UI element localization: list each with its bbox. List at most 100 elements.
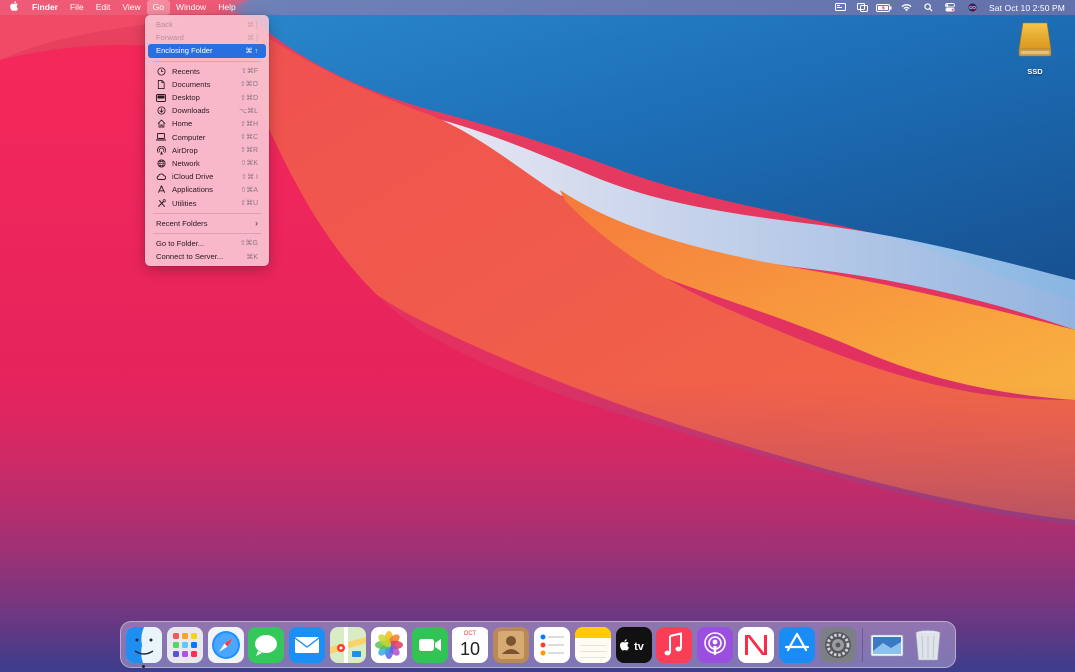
dock-app-messages[interactable] xyxy=(248,626,285,663)
menu-item-shortcut: ⇧⌘F xyxy=(240,68,258,76)
dock-app-calendar[interactable]: OCT 10 xyxy=(452,626,489,663)
wifi-icon[interactable] xyxy=(895,0,917,15)
notes-icon xyxy=(574,626,611,663)
applications-icon xyxy=(156,185,166,195)
cloud-icon xyxy=(156,172,166,182)
menu-item-shortcut: ⇧⌘ I xyxy=(241,173,258,181)
airdrop-icon xyxy=(156,145,166,155)
menu-separator xyxy=(153,212,261,214)
drive-label: SSD xyxy=(1027,67,1043,76)
menu-item-label: AirDrop xyxy=(172,145,198,155)
menu-help[interactable]: Help xyxy=(212,0,241,15)
dock-app-contacts[interactable] xyxy=(493,626,530,663)
screen-mirroring-icon[interactable] xyxy=(829,0,851,15)
menu-item-shortcut: ⌘ ↑ xyxy=(245,47,258,55)
menu-item-enclosing-folder[interactable]: Enclosing Folder ⌘ ↑ xyxy=(148,44,266,58)
siri-icon[interactable] xyxy=(961,0,983,15)
menu-go[interactable]: Go xyxy=(146,0,170,15)
desktop-icon xyxy=(156,93,166,103)
menu-item-recents[interactable]: Recents ⇧⌘F xyxy=(148,65,266,78)
dock-app-mail[interactable] xyxy=(289,626,326,663)
dock-app-podcasts[interactable] xyxy=(697,626,734,663)
finder-icon xyxy=(126,626,162,663)
menu-item-shortcut: ⇧⌘K xyxy=(240,160,258,168)
menu-item-icloud-drive[interactable]: iCloud Drive ⇧⌘ I xyxy=(148,170,266,183)
dock-app-music[interactable] xyxy=(656,626,693,663)
dock-app-maps[interactable] xyxy=(329,626,366,663)
dock-app-news[interactable] xyxy=(737,626,774,663)
menu-item-shortcut: ⇧⌘R xyxy=(240,147,258,155)
safari-icon xyxy=(207,626,244,663)
menu-window[interactable]: Window xyxy=(170,0,212,15)
dock-trash[interactable] xyxy=(910,627,946,663)
chevron-right-icon: › xyxy=(255,218,258,229)
menu-item-connect-to-server[interactable]: Connect to Server... ⌘K xyxy=(148,250,266,263)
menu-item-shortcut: ⌘ [ xyxy=(247,21,258,29)
menu-item-downloads[interactable]: Downloads ⌥⌘L xyxy=(148,104,266,117)
menu-item-label: Documents xyxy=(172,79,211,89)
dock-app-photos[interactable] xyxy=(370,626,407,663)
house-icon xyxy=(156,119,166,129)
dock-app-apple-tv[interactable]: tv xyxy=(615,626,652,663)
menu-item-applications[interactable]: Applications ⇧⌘A xyxy=(148,183,266,196)
dock-app-system-preferences[interactable] xyxy=(819,626,856,663)
menu-item-label: Forward xyxy=(156,33,184,43)
mail-icon xyxy=(289,626,326,663)
dock-app-notes[interactable] xyxy=(574,626,611,663)
search-icon[interactable] xyxy=(917,0,939,15)
menu-item-shortcut: ⇧⌘H xyxy=(240,120,258,128)
menu-item-utilities[interactable]: Utilities ⇧⌘U xyxy=(148,196,266,209)
menu-item-go-to-folder[interactable]: Go to Folder... ⇧⌘G xyxy=(148,237,266,250)
menu-item-label: Recents xyxy=(172,66,200,76)
menu-item-label: Go to Folder... xyxy=(156,238,205,248)
menu-app-finder[interactable]: Finder xyxy=(28,0,64,15)
menu-item-shortcut: ⇧⌘D xyxy=(240,94,258,102)
menu-item-computer[interactable]: Computer ⇧⌘C xyxy=(148,131,266,144)
apple-logo-icon[interactable] xyxy=(0,1,28,14)
messages-icon xyxy=(248,626,285,663)
desktop-drive-ssd[interactable]: SSD xyxy=(1013,20,1057,76)
display-icon[interactable] xyxy=(851,0,873,15)
calendar-day: 10 xyxy=(460,639,480,659)
battery-icon[interactable] xyxy=(873,0,895,15)
menu-item-shortcut: ⇧⌘O xyxy=(239,81,258,89)
reminders-icon xyxy=(533,626,570,663)
control-center-icon[interactable] xyxy=(939,0,961,15)
menu-bar: Finder File Edit View Go Window Help Sat… xyxy=(0,0,1075,15)
running-indicator xyxy=(142,664,145,668)
menubar-clock[interactable]: Sat Oct 10 2:50 PM xyxy=(983,3,1065,13)
external-drive-icon xyxy=(1018,22,1052,57)
menu-item-airdrop[interactable]: AirDrop ⇧⌘R xyxy=(148,144,266,157)
menu-item-label: Connect to Server... xyxy=(156,252,224,262)
menu-item-desktop[interactable]: Desktop ⇧⌘D xyxy=(148,91,266,104)
menu-edit[interactable]: Edit xyxy=(90,0,117,15)
dock-app-reminders[interactable] xyxy=(533,626,570,663)
podcasts-icon xyxy=(697,626,734,663)
menu-item-shortcut: ⇧⌘C xyxy=(240,134,258,142)
menu-item-label: Utilities xyxy=(172,198,197,208)
menu-item-shortcut: ⇧⌘U xyxy=(240,200,258,208)
dock-app-launchpad[interactable] xyxy=(166,626,203,663)
download-icon xyxy=(156,106,166,116)
dock-screenshot-stack[interactable] xyxy=(869,627,905,663)
launchpad-icon xyxy=(166,626,203,663)
menu-item-home[interactable]: Home ⇧⌘H xyxy=(148,117,266,130)
clock-icon xyxy=(156,66,166,76)
menu-item-recent-folders[interactable]: Recent Folders › xyxy=(148,217,266,230)
menu-item-label: Computer xyxy=(172,132,206,142)
menu-file[interactable]: File xyxy=(64,0,90,15)
menu-item-label: Applications xyxy=(172,185,213,195)
menu-item-label: Desktop xyxy=(172,93,200,103)
menu-item-network[interactable]: Network ⇧⌘K xyxy=(148,157,266,170)
contacts-icon xyxy=(493,626,530,663)
menu-item-documents[interactable]: Documents ⇧⌘O xyxy=(148,78,266,91)
menu-item-label: Home xyxy=(172,119,193,129)
menu-view[interactable]: View xyxy=(116,0,146,15)
dock-app-facetime[interactable] xyxy=(411,626,448,663)
dock-divider xyxy=(862,627,864,662)
menu-item-label: iCloud Drive xyxy=(172,172,214,182)
dock-app-safari[interactable] xyxy=(207,626,244,663)
gear-icon xyxy=(819,626,856,663)
dock-app-app-store[interactable] xyxy=(778,626,815,663)
dock-app-finder[interactable] xyxy=(126,626,162,668)
